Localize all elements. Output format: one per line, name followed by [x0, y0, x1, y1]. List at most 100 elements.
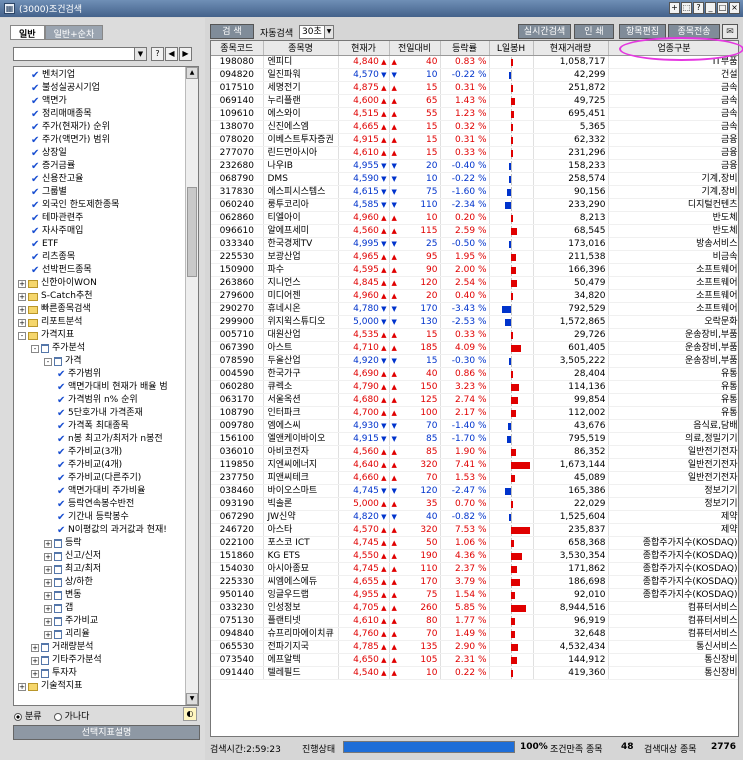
tree-item[interactable]: + 거래량분석 — [31, 641, 93, 654]
edit-columns-button[interactable]: 항목편집 — [619, 24, 666, 39]
expand-icon[interactable]: + — [44, 578, 52, 587]
tree-item[interactable]: + 괴리율 — [44, 628, 90, 641]
table-row[interactable]: 063170 서울옥션 4,680 ▲ ▲ 125 2.74 % 99,854 유통 — [211, 393, 738, 407]
column-header[interactable]: L일봉H — [489, 41, 534, 56]
expand-icon[interactable]: + — [44, 630, 52, 639]
tree-item[interactable]: ✔ 그룹별 — [31, 186, 67, 199]
condition-tree[interactable]: ✔ 벤처기업 ✔ 불성실공시기업 ✔ 액면가 ✔ 정리매매종목 ✔ 주가(현재가) 순위 ✔ 주가(액… — [13, 66, 199, 706]
table-row[interactable]: 290270 휴네시온 4,780 ▼ ▼ 170 -3.43 % 792,529 소프트웨어 — [211, 302, 738, 316]
expand-icon[interactable]: + — [44, 539, 52, 548]
tree-item[interactable]: ✔ 등락연속봉수반전 — [57, 498, 134, 511]
table-row[interactable]: 069140 누리플랜 4,600 ▲ ▲ 65 1.43 % 49,725 금속 — [211, 94, 738, 108]
table-row[interactable]: 060280 큐렉소 4,790 ▲ ▲ 150 3.23 % 114,136 유통 — [211, 380, 738, 394]
expand-icon[interactable]: + — [18, 305, 26, 314]
tree-item[interactable]: ✔ 액면가 — [31, 95, 67, 108]
window-close-button[interactable]: × — [729, 2, 740, 14]
next-button[interactable]: ▶ — [179, 47, 192, 61]
auto-search-interval-select[interactable]: 30초 ▼ — [299, 25, 334, 39]
tree-item[interactable]: ✔ 상장일 — [31, 147, 67, 160]
table-row[interactable]: 119850 지엔씨에너지 4,640 ▲ ▲ 320 7.41 % 1,673,144 일반… — [211, 458, 738, 472]
radio-alphabetical[interactable]: 가나다 — [53, 709, 89, 722]
expand-icon[interactable]: + — [31, 656, 39, 665]
tab-general[interactable]: 일반 — [10, 25, 45, 40]
window-plus-button[interactable]: + — [669, 2, 680, 14]
tree-item[interactable]: ✔ 자사주매입 — [31, 225, 83, 238]
mail-icon[interactable]: ✉ — [722, 24, 738, 39]
table-row[interactable]: 317830 에스피시스템스 4,615 ▼ ▼ 75 -1.60 % 90,156 기계,장… — [211, 185, 738, 199]
tree-item[interactable]: ✔ 주가비교(다른주기) — [57, 472, 141, 485]
tree-item[interactable]: ✔ 주가(현재가) 순위 — [31, 121, 110, 134]
table-row[interactable]: 108790 인터파크 4,700 ▲ ▲ 100 2.17 % 112,002 유통 — [211, 406, 738, 420]
tree-item[interactable]: - 가격지표 — [18, 329, 74, 342]
table-row[interactable]: 225530 보광산업 4,965 ▲ ▲ 95 1.95 % 211,538 비금속 — [211, 250, 738, 264]
collapse-icon[interactable]: - — [31, 344, 39, 353]
table-row[interactable]: 138070 신진에스엠 4,665 ▲ ▲ 15 0.32 % 5,365 금속 — [211, 120, 738, 134]
tree-item[interactable]: ✔ 가격폭 최대종목 — [57, 420, 129, 433]
tree-item[interactable]: ✔ 선박펀드종목 — [31, 264, 92, 277]
lightbulb-icon[interactable]: ◐ — [183, 707, 197, 721]
condition-combo[interactable]: ▼ — [13, 47, 147, 61]
table-row[interactable]: 004590 한국가구 4,690 ▲ ▲ 40 0.86 % 28,404 유통 — [211, 367, 738, 381]
tab-general-sequential[interactable]: 일반+순차 — [44, 25, 104, 40]
table-row[interactable]: 109610 에스와이 4,515 ▲ ▲ 55 1.23 % 695,451 금속 — [211, 107, 738, 121]
results-table[interactable]: 종목코드 종목명 현재가 전일대비 등락률 L일봉H 현재거래량 업종구분 198080 엔피디… — [210, 40, 739, 737]
tree-item[interactable]: ✔ 주가비교(4개) — [57, 459, 122, 472]
expand-icon[interactable]: + — [44, 565, 52, 574]
tree-item[interactable]: ✔ 불성실공시기업 — [31, 82, 100, 95]
tree-item[interactable]: + 기타주가분석 — [31, 654, 102, 667]
tree-item[interactable]: ✔ 액면가대비 현재가 배율 범 — [57, 381, 168, 394]
table-row[interactable]: 033230 인성정보 4,705 ▲ ▲ 260 5.85 % 8,944,516 컴퓨터서… — [211, 601, 738, 615]
table-row[interactable]: 060240 룽투코리아 4,585 ▼ ▼ 110 -2.34 % 233,290 디지털컨… — [211, 198, 738, 212]
tree-item[interactable]: + S-Catch추천 — [18, 290, 93, 303]
tree-item[interactable]: ✔ 외국인 한도제한종목 — [31, 199, 119, 212]
column-header[interactable]: 업종구분 — [608, 41, 738, 56]
column-header[interactable]: 종목명 — [263, 41, 339, 56]
column-header[interactable]: 종목코드 — [211, 41, 264, 56]
tree-item[interactable]: + 갭 — [44, 602, 73, 615]
tree-item[interactable]: + 투자자 — [31, 667, 77, 680]
table-row[interactable]: 263860 지니언스 4,845 ▲ ▲ 120 2.54 % 50,479 소프트웨어 — [211, 276, 738, 290]
table-row[interactable]: 246720 아스타 4,570 ▲ ▲ 320 7.53 % 235,837 제약 — [211, 523, 738, 537]
table-row[interactable]: 091440 텔레필드 4,540 ▲ ▲ 10 0.22 % 419,360 통신장비 — [211, 666, 738, 680]
expand-icon[interactable]: + — [18, 682, 26, 691]
tree-item[interactable]: + 빠른종목검색 — [18, 303, 91, 316]
collapse-icon[interactable]: - — [44, 357, 52, 366]
expand-icon[interactable]: + — [18, 318, 26, 327]
tree-item[interactable]: ✔ 기간내 등락봉수 — [57, 511, 129, 524]
table-row[interactable]: 078590 두올산업 4,920 ▼ ▼ 15 -0.30 % 3,505,222 운송장비… — [211, 354, 738, 368]
expand-icon[interactable]: + — [44, 591, 52, 600]
table-row[interactable]: 065530 전파기지국 4,785 ▲ ▲ 135 2.90 % 4,532,434 통신서… — [211, 640, 738, 654]
tree-item[interactable]: ✔ 액면가대비 주가비율 — [57, 485, 145, 498]
table-row[interactable]: 038460 바이오스마트 4,745 ▼ ▼ 120 -2.47 % 165,386 정보기… — [211, 484, 738, 498]
table-row[interactable]: 096610 알에프세미 4,560 ▲ ▲ 115 2.59 % 68,545 반도체 — [211, 224, 738, 238]
table-row[interactable]: 299900 위지윅스튜디오 5,000 ▼ ▼ 130 -2.53 % 1,572,865… — [211, 315, 738, 329]
table-row[interactable]: 279600 미디어젠 4,960 ▲ ▲ 20 0.40 % 34,820 소프트웨어 — [211, 289, 738, 303]
expand-icon[interactable]: + — [44, 617, 52, 626]
window-minimize-button[interactable]: _ — [705, 2, 716, 14]
tree-item[interactable]: ✔ 정리매매종목 — [31, 108, 92, 121]
expand-icon[interactable]: + — [31, 643, 39, 652]
table-row[interactable]: 094840 슈프리마에이치큐 4,760 ▲ ▲ 70 1.49 % 32,648 컴퓨터서… — [211, 627, 738, 641]
tree-item[interactable]: - 주가분석 — [31, 342, 85, 355]
table-row[interactable]: 156100 엘앤케이바이오 4,915 ▼ ▼ 85 -1.70 % 795,519 의료,… — [211, 432, 738, 446]
realtime-search-button[interactable]: 실시간검색 — [518, 24, 571, 39]
table-row[interactable]: 232680 나우IB 4,955 ▼ ▼ 20 -0.40 % 158,233 금융 — [211, 159, 738, 173]
table-row[interactable]: 067390 아스트 4,710 ▲ ▲ 185 4.09 % 601,405 운송장비,부품 — [211, 341, 738, 355]
tree-item[interactable]: ✔ 증거금률 — [31, 160, 75, 173]
table-row[interactable]: 198080 엔피디 4,840 ▲ ▲ 40 0.83 % 1,058,717 IT부품 — [211, 55, 738, 69]
column-header[interactable]: 전일대비 — [389, 41, 441, 56]
tree-item[interactable]: ✔ 벤처기업 — [31, 69, 75, 82]
tree-item[interactable]: + 신고/신저 — [44, 550, 101, 563]
table-row[interactable]: 277070 린드먼아시아 4,610 ▲ ▲ 15 0.33 % 231,296 금융 — [211, 146, 738, 160]
table-row[interactable]: 067290 JW신약 4,820 ▼ ▼ 40 -0.82 % 1,525,604 제약 — [211, 510, 738, 524]
search-button[interactable]: 검 색 — [210, 24, 254, 39]
expand-icon[interactable]: + — [44, 552, 52, 561]
tree-item[interactable]: - 가격 — [44, 355, 82, 368]
table-row[interactable]: 237750 피앤씨테크 4,660 ▲ ▲ 70 1.53 % 45,089 일반전기전자 — [211, 471, 738, 485]
column-header[interactable]: 현재거래량 — [533, 41, 609, 56]
indicator-description-button[interactable]: 선택지표설명 — [13, 725, 200, 740]
table-row[interactable]: 017510 세명전기 4,875 ▲ ▲ 15 0.31 % 251,872 금속 — [211, 81, 738, 95]
prev-button[interactable]: ◀ — [165, 47, 178, 61]
table-row[interactable]: 005710 대원산업 4,535 ▲ ▲ 15 0.33 % 29,726 운송장비,부품 — [211, 328, 738, 342]
table-row[interactable]: 033340 한국경제TV 4,995 ▼ ▼ 25 -0.50 % 173,016 방송서비… — [211, 237, 738, 251]
